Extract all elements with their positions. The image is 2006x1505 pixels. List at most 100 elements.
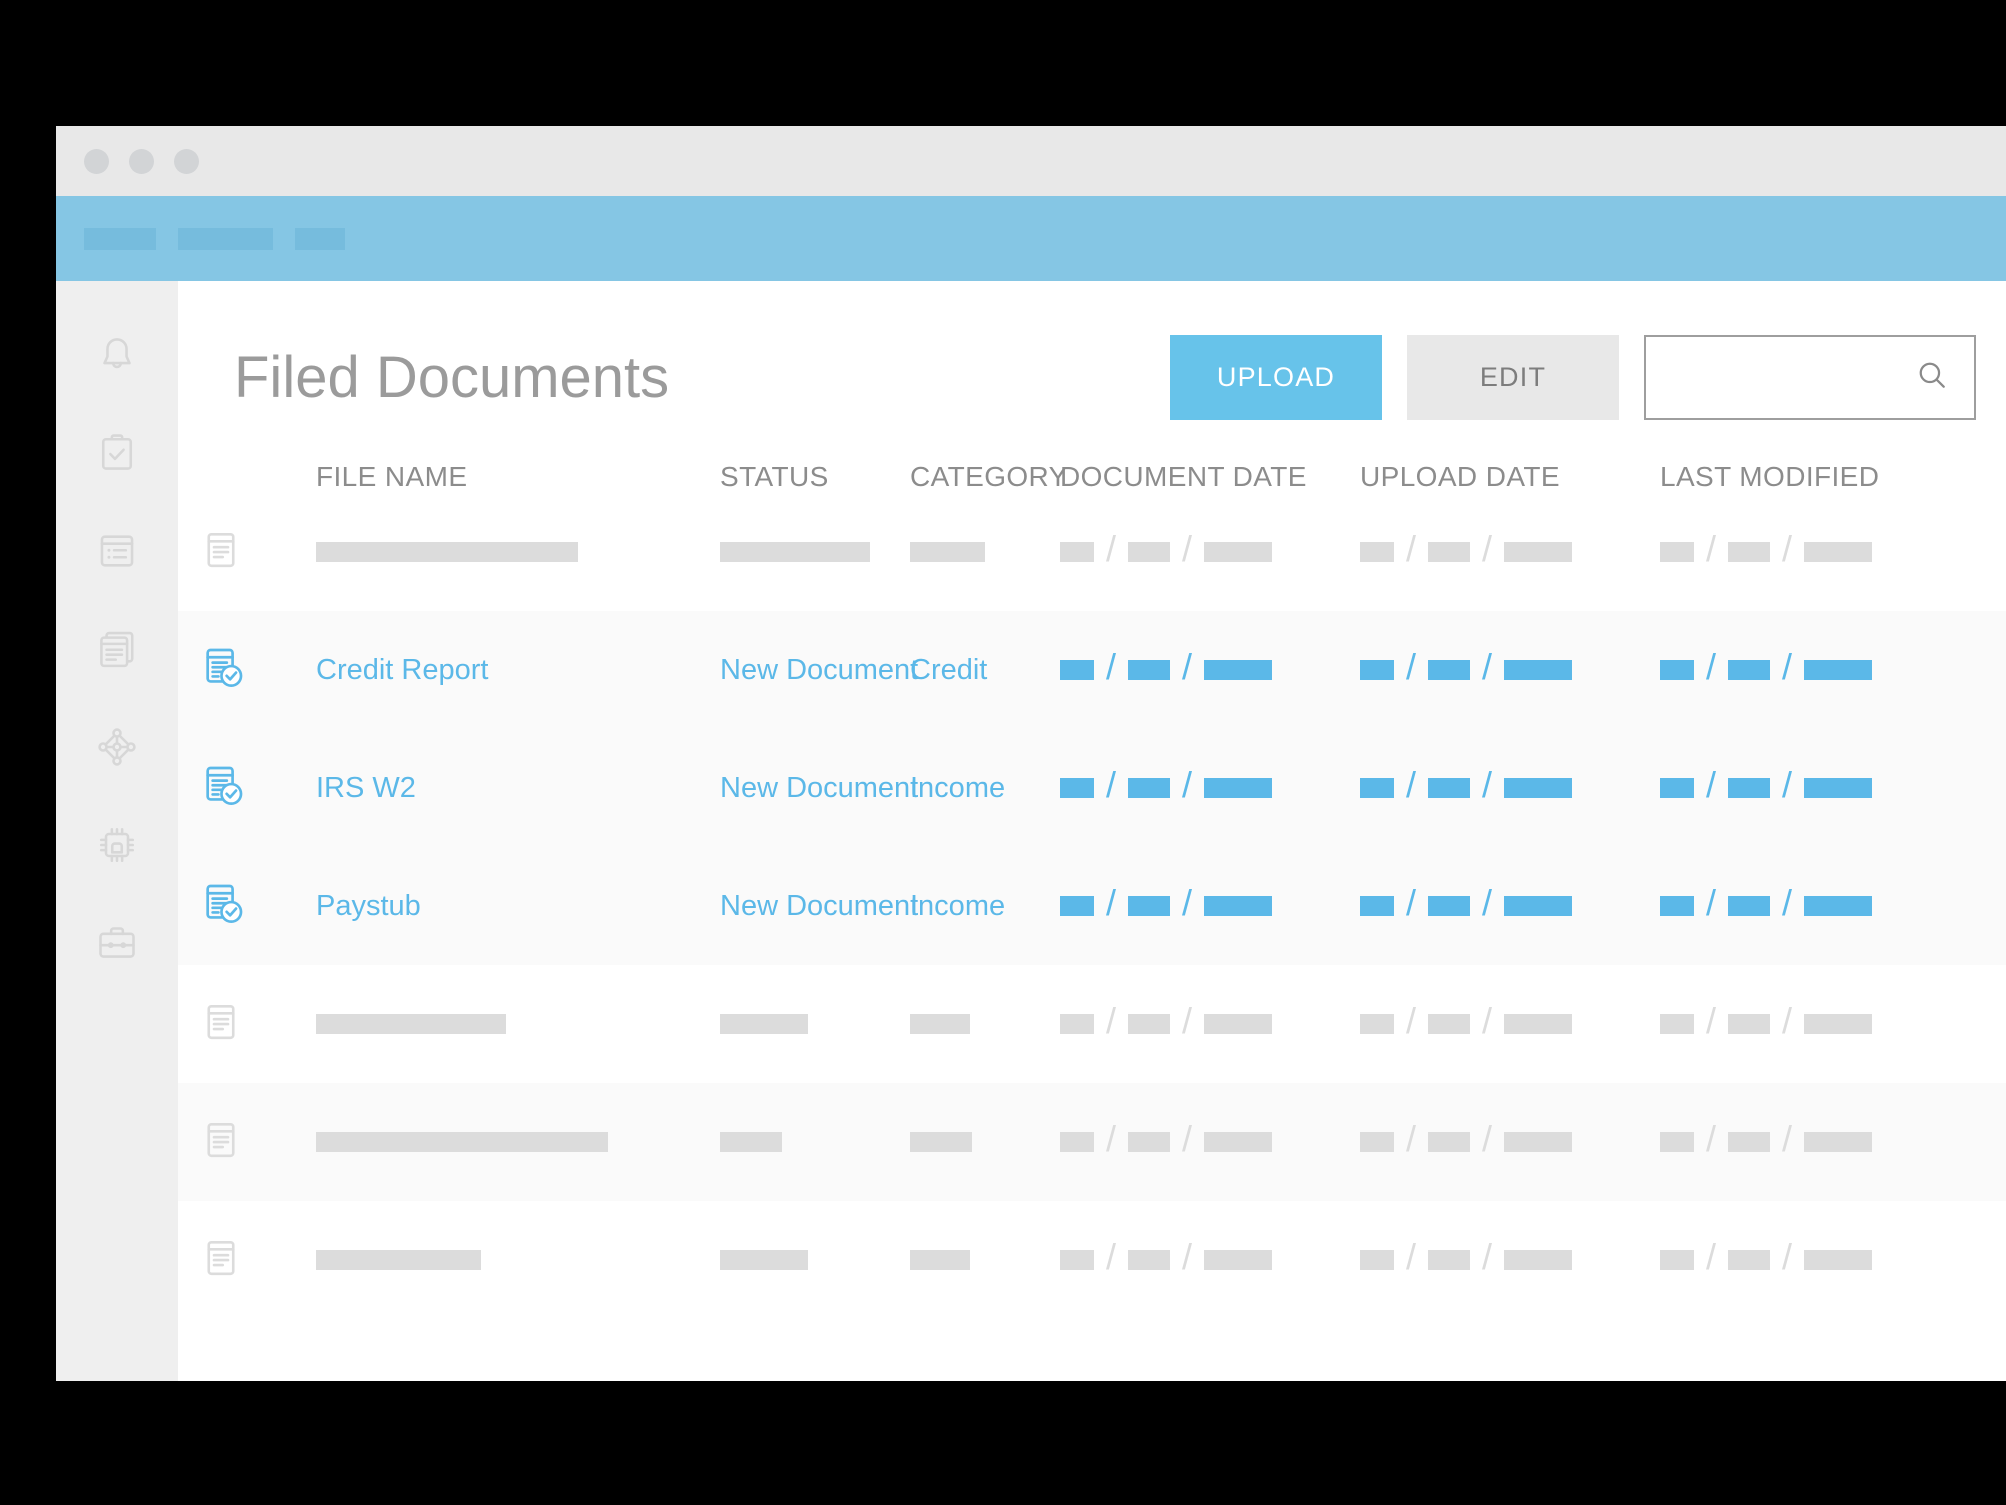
- column-header-status: STATUS: [720, 461, 829, 492]
- date-separator: /: [1106, 882, 1117, 923]
- date-segment-yyyy: [1204, 1014, 1273, 1034]
- sidebar: [56, 281, 178, 1381]
- date-segment-mm: [1360, 660, 1394, 680]
- cell-upload-date: / /: [1360, 1239, 1573, 1278]
- cell-category[interactable]: Income: [910, 772, 1005, 805]
- date-segment-yyyy: [1804, 778, 1873, 798]
- date-segment-dd: [1128, 778, 1171, 798]
- table-row[interactable]: / / / / / /: [178, 965, 2006, 1083]
- sidebar-item-documents[interactable]: [56, 600, 178, 698]
- sidebar-item-notifications[interactable]: [56, 306, 178, 404]
- date-segment-dd: [1128, 896, 1171, 916]
- cell-status[interactable]: New Document: [720, 890, 918, 923]
- network-nodes-icon: [95, 725, 139, 769]
- cell-status[interactable]: New Document: [720, 654, 918, 687]
- table-row[interactable]: IRS W2 New Document Income / / / / / /: [178, 729, 2006, 847]
- cell-file-name[interactable]: Paystub: [316, 890, 421, 923]
- cell-status-placeholder: [720, 1250, 808, 1270]
- date-segment-dd: [1428, 660, 1471, 680]
- document-check-icon: [200, 763, 246, 814]
- document-check-icon: [200, 645, 246, 696]
- date-segment-yyyy: [1204, 1250, 1273, 1270]
- date-segment-dd: [1728, 1132, 1771, 1152]
- search-box[interactable]: [1644, 334, 1976, 420]
- sidebar-item-processing[interactable]: [56, 796, 178, 894]
- cell-status-placeholder: [720, 1014, 808, 1034]
- navbar-placeholder-1[interactable]: [84, 227, 156, 250]
- upload-button[interactable]: UPLOAD: [1170, 334, 1382, 420]
- sidebar-item-network[interactable]: [56, 698, 178, 796]
- cell-category[interactable]: Credit: [910, 654, 987, 687]
- table-body: / / / / / / Credit Report New Document Credit / / /…: [178, 493, 2006, 1319]
- cell-upload-date: / /: [1360, 528, 1573, 570]
- date-segment-yyyy: [1204, 778, 1273, 798]
- cell-document-date: / /: [1060, 646, 1273, 688]
- date-separator: /: [1782, 1000, 1793, 1041]
- sidebar-item-list[interactable]: [56, 502, 178, 600]
- sidebar-item-tasks[interactable]: [56, 404, 178, 502]
- date-segment-dd: [1428, 778, 1471, 798]
- page-title: Filed Documents: [234, 344, 670, 410]
- cell-file-name-placeholder: [316, 542, 578, 562]
- page-header: Filed Documents UPLOAD EDIT: [178, 281, 2006, 431]
- search-icon[interactable]: [1914, 357, 1950, 398]
- date-separator: /: [1182, 1118, 1193, 1159]
- cell-file-name[interactable]: Credit Report: [316, 654, 488, 687]
- close-icon[interactable]: [84, 148, 109, 174]
- cell-document-date: / /: [1060, 882, 1273, 924]
- date-segment-mm: [1060, 1132, 1094, 1152]
- table-row[interactable]: / / / / / /: [178, 1083, 2006, 1201]
- maximize-icon[interactable]: [174, 148, 199, 174]
- column-header-category: CATEGORY: [910, 461, 1068, 492]
- date-separator: /: [1782, 646, 1793, 687]
- document-icon: [200, 1237, 242, 1284]
- briefcase-icon: [95, 921, 139, 965]
- date-segment-mm: [1060, 1250, 1094, 1270]
- column-header-upload-date: UPLOAD DATE: [1360, 461, 1560, 492]
- cell-document-date: / /: [1060, 1000, 1273, 1042]
- cell-status-placeholder: [720, 542, 870, 562]
- date-separator: /: [1106, 764, 1117, 805]
- cell-last-modified: / /: [1660, 1121, 1873, 1160]
- date-separator: /: [1482, 1000, 1493, 1041]
- date-segment-mm: [1360, 1014, 1394, 1034]
- cell-category-placeholder: [910, 1014, 970, 1034]
- column-header-last-modified: LAST MODIFIED: [1660, 461, 1880, 492]
- date-separator: /: [1182, 646, 1193, 687]
- date-segment-mm: [1360, 896, 1394, 916]
- table-row[interactable]: / / / / / /: [178, 1201, 2006, 1319]
- search-input[interactable]: [1670, 363, 1914, 391]
- date-separator: /: [1106, 1000, 1117, 1041]
- table-row[interactable]: Paystub New Document Income / / / / / /: [178, 847, 2006, 965]
- date-separator: /: [1406, 1118, 1417, 1159]
- date-separator: /: [1482, 646, 1493, 687]
- date-segment-dd: [1728, 1014, 1771, 1034]
- date-segment-mm: [1060, 660, 1094, 680]
- minimize-icon[interactable]: [129, 148, 154, 174]
- table-row[interactable]: Credit Report New Document Credit / / / / / /: [178, 611, 2006, 729]
- cell-last-modified: / /: [1660, 1000, 1873, 1042]
- cell-status-placeholder: [720, 1132, 782, 1152]
- date-separator: /: [1106, 528, 1117, 569]
- date-segment-yyyy: [1504, 1250, 1573, 1270]
- sidebar-item-portfolio[interactable]: [56, 894, 178, 992]
- date-segment-dd: [1728, 1250, 1771, 1270]
- table-row[interactable]: / / / / / /: [178, 493, 2006, 611]
- date-segment-mm: [1060, 1014, 1094, 1034]
- cell-file-name[interactable]: IRS W2: [316, 772, 416, 805]
- date-segment-dd: [1428, 896, 1471, 916]
- navbar-placeholder-3[interactable]: [295, 227, 345, 250]
- cell-category[interactable]: Income: [910, 890, 1005, 923]
- cell-category-placeholder: [910, 1250, 970, 1270]
- date-segment-dd: [1728, 896, 1771, 916]
- cell-status[interactable]: New Document: [720, 772, 918, 805]
- edit-button[interactable]: EDIT: [1407, 334, 1619, 420]
- date-segment-yyyy: [1204, 542, 1273, 562]
- date-segment-yyyy: [1804, 896, 1873, 916]
- date-segment-dd: [1128, 1014, 1171, 1034]
- navbar-placeholder-2[interactable]: [178, 227, 273, 250]
- date-segment-mm: [1360, 1132, 1394, 1152]
- cpu-chip-icon: [95, 823, 139, 867]
- date-separator: /: [1406, 528, 1417, 569]
- cell-last-modified: / /: [1660, 1239, 1873, 1278]
